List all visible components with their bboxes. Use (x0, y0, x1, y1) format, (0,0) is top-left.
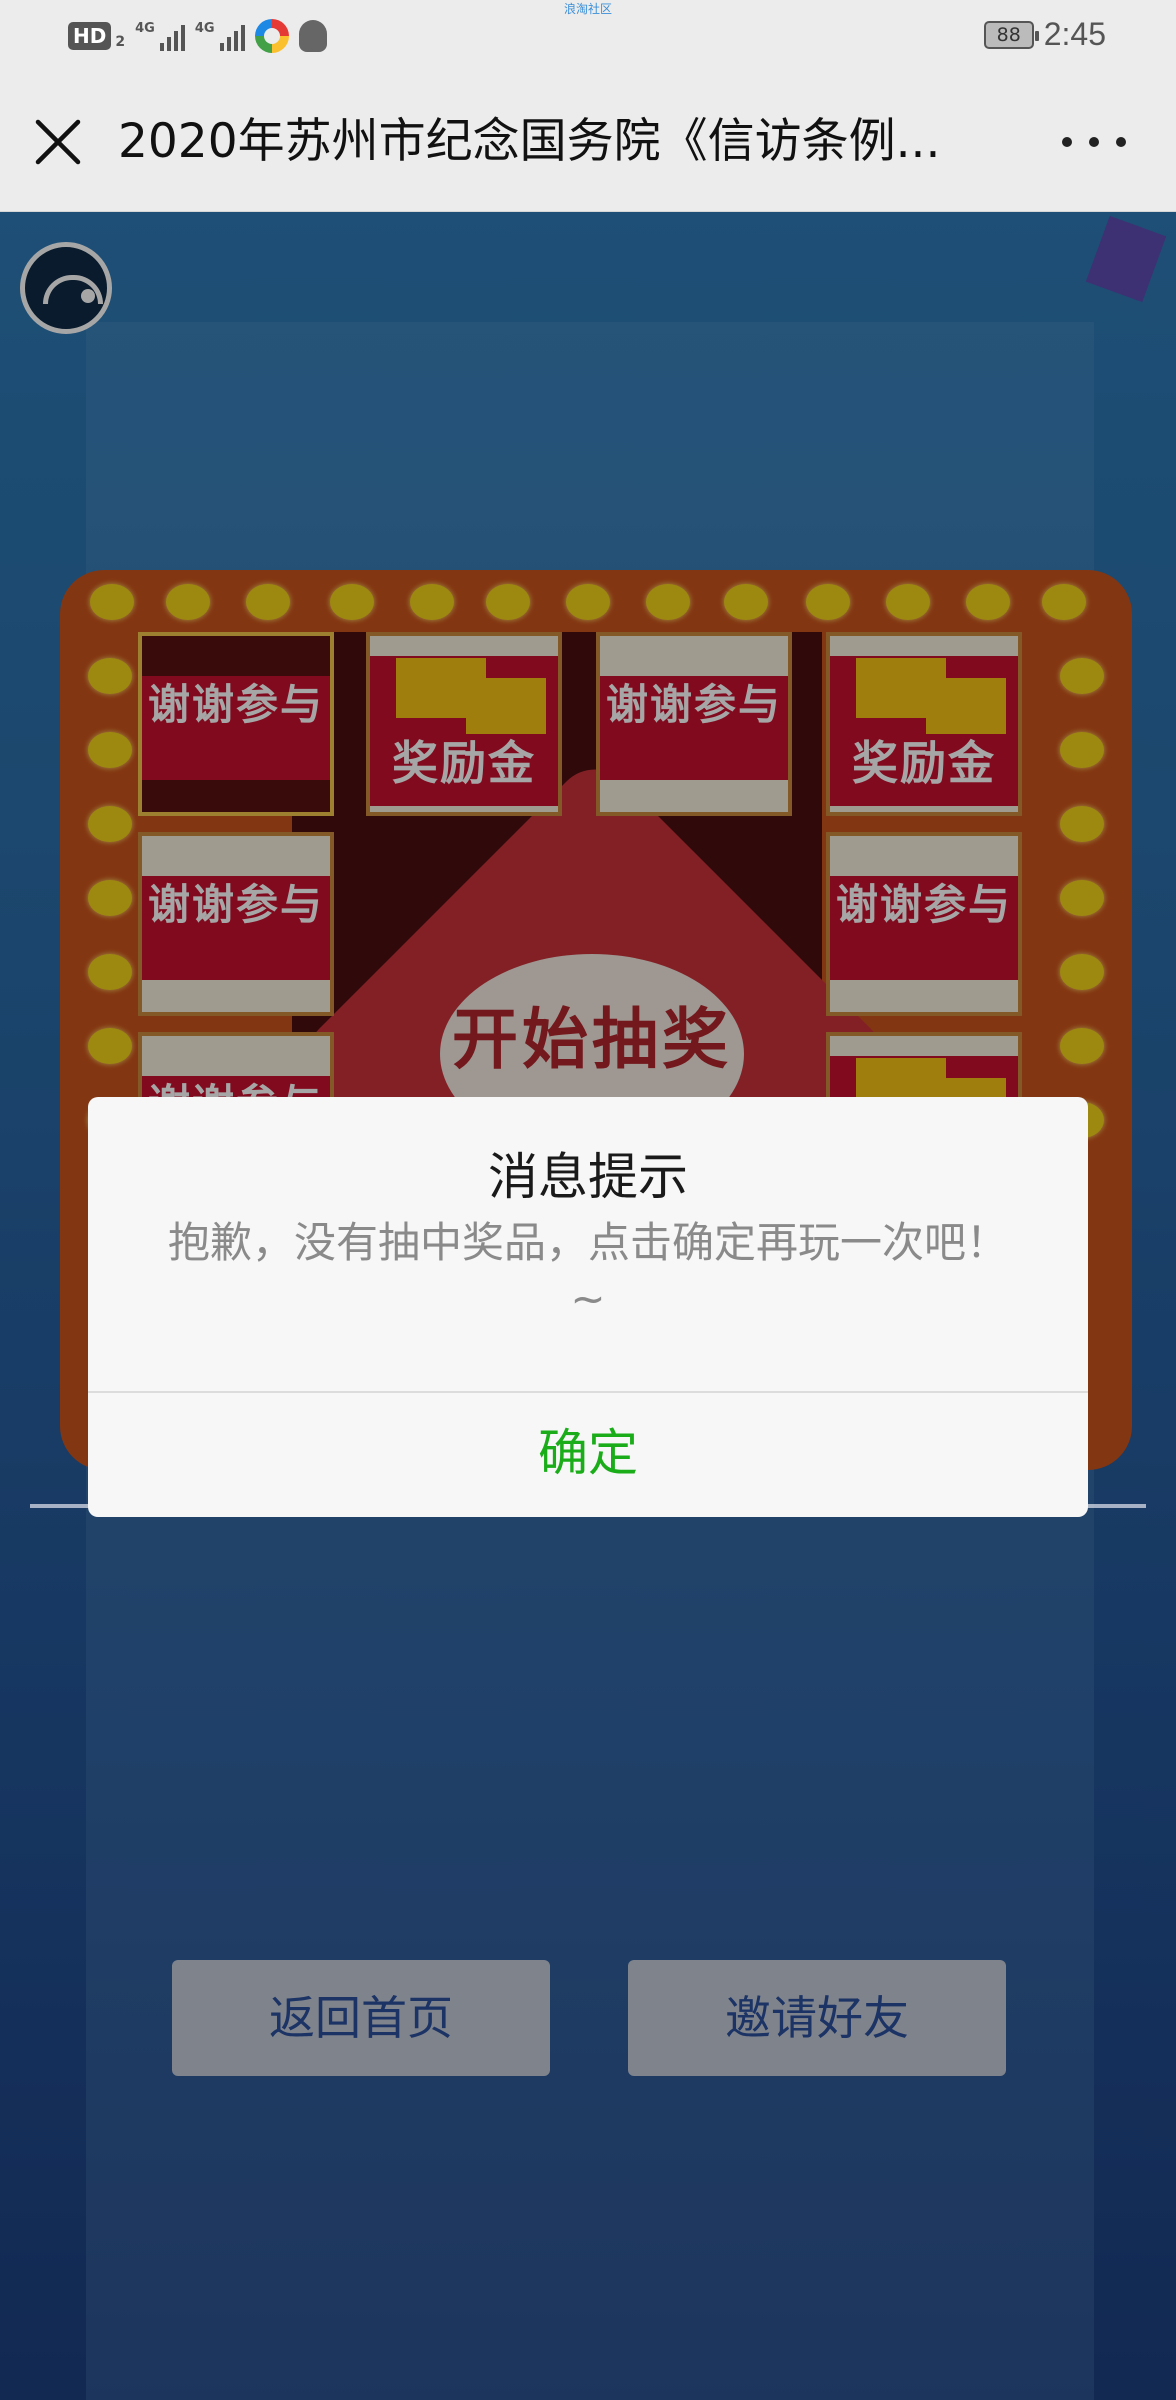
clock: 2:45 (1043, 16, 1106, 52)
signal-icon: 4G (135, 21, 185, 51)
close-icon[interactable] (30, 114, 86, 170)
status-right: 88 2:45 (983, 16, 1106, 53)
dialog-title: 消息提示 (488, 1148, 688, 1206)
title-bar: 2020年苏州市纪念国务院《信访条例... (0, 72, 1176, 212)
app-notification-icon (254, 19, 289, 53)
signal-network-label: 4G (194, 21, 215, 36)
signal-network-label: 4G (135, 21, 155, 36)
dialog-message: 抱歉，没有抽中奖品，点击确定再玩一次吧！~ (168, 1218, 1009, 1323)
confirm-button[interactable]: 确定 (88, 1393, 1088, 1517)
signal-icon: 4G (195, 21, 245, 51)
page-title: 2020年苏州市纪念国务院《信访条例... (118, 114, 941, 169)
message-dialog: 消息提示 抱歉，没有抽中奖品，点击确定再玩一次吧！~ 确定 (88, 1097, 1088, 1517)
status-center-text: 浪淘社区 (563, 2, 612, 16)
qq-icon (298, 20, 327, 52)
status-left-icons: HD 2 4G 4G (68, 18, 327, 54)
status-bar: 浪淘社区 HD 2 4G 4G 88 2:45 (0, 0, 1176, 72)
battery-icon: 88 (983, 20, 1039, 49)
hd-icon: HD (68, 22, 112, 50)
hd-sub-label: 2 (115, 34, 126, 50)
more-options-icon[interactable] (1062, 132, 1126, 152)
